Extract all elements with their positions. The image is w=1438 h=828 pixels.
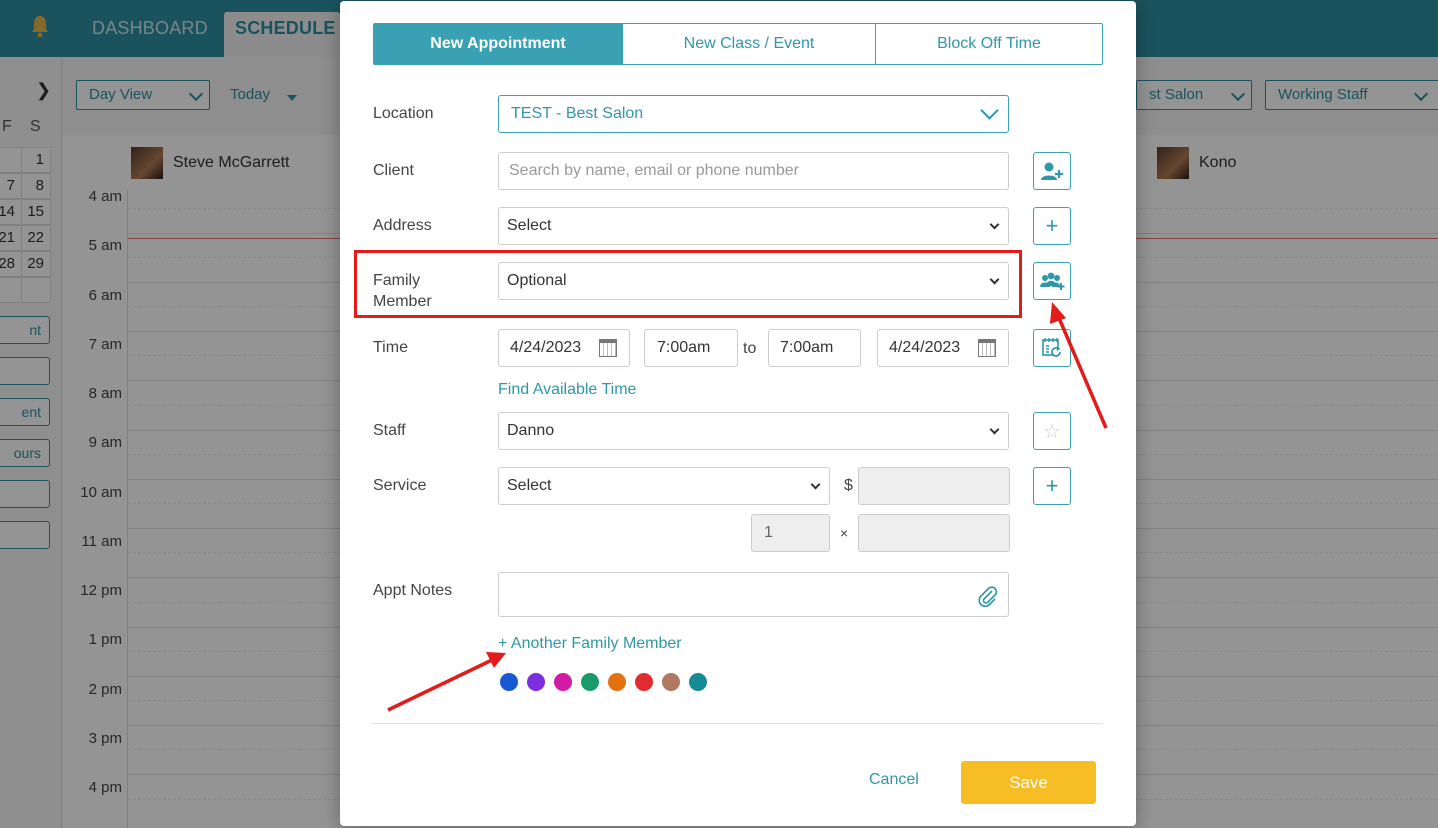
annotation-arrow — [387, 658, 493, 712]
annotation-arrows — [387, 302, 1108, 712]
arrow-head — [1050, 302, 1066, 324]
annotation-arrow — [1057, 317, 1108, 429]
